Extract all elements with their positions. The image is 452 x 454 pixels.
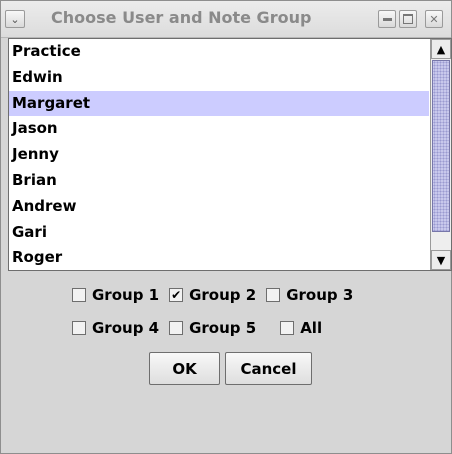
checkbox-label: All	[300, 319, 323, 337]
maximize-icon[interactable]	[399, 10, 417, 28]
scroll-up-arrow-icon[interactable]: ▲	[431, 39, 451, 59]
list-item[interactable]: Andrew	[9, 194, 429, 220]
checkbox-label: Group 1	[92, 286, 160, 304]
list-item[interactable]: Gari	[9, 220, 429, 246]
group-row-1: Group 1 ✔ Group 2 Group 3	[72, 284, 363, 306]
checkbox-box[interactable]	[72, 321, 86, 335]
checkbox-box[interactable]	[266, 288, 281, 302]
checkbox-box[interactable]	[72, 288, 86, 302]
all-checkbox[interactable]: All	[280, 319, 322, 337]
group-2-checkbox[interactable]: ✔ Group 2	[169, 286, 256, 304]
list-item-selected[interactable]: Margaret	[9, 90, 429, 117]
checkbox-box[interactable]	[280, 321, 295, 335]
checkbox-label: Group 5	[189, 319, 257, 337]
group-4-checkbox[interactable]: Group 4	[72, 319, 159, 337]
list-item[interactable]: Roger	[9, 245, 429, 271]
checkbox-box[interactable]	[169, 321, 184, 335]
dialog-window: ⌄ Choose User and Note Group ✕ Practice …	[0, 0, 452, 454]
group-row-2: Group 4 Group 5 All	[72, 317, 332, 339]
checkbox-label: Group 3	[286, 286, 354, 304]
ok-button[interactable]: OK	[149, 352, 220, 385]
group-5-checkbox[interactable]: Group 5	[169, 319, 256, 337]
window-title: Choose User and Note Group	[51, 8, 312, 27]
user-list[interactable]: Practice Edwin Margaret Jason Jenny Bria…	[8, 38, 452, 271]
close-icon[interactable]: ✕	[425, 10, 443, 28]
user-list-items: Practice Edwin Margaret Jason Jenny Bria…	[9, 39, 429, 271]
scroll-thumb[interactable]	[432, 60, 450, 232]
checkbox-label: Group 2	[189, 286, 257, 304]
scroll-down-arrow-icon[interactable]: ▼	[431, 250, 451, 270]
checkbox-label: Group 4	[92, 319, 160, 337]
group-3-checkbox[interactable]: Group 3	[266, 286, 353, 304]
minimize-icon[interactable]	[378, 10, 396, 28]
list-item[interactable]: Practice	[9, 39, 429, 65]
checkmark-icon[interactable]: ✔	[169, 288, 184, 302]
list-item[interactable]: Edwin	[9, 65, 429, 91]
chevron-down-icon[interactable]: ⌄	[5, 10, 25, 28]
cancel-button[interactable]: Cancel	[225, 352, 312, 385]
list-item[interactable]: Jenny	[9, 142, 429, 168]
list-item[interactable]: Brian	[9, 168, 429, 194]
list-item[interactable]: Jason	[9, 116, 429, 142]
vertical-scrollbar[interactable]: ▲ ▼	[430, 39, 451, 270]
group-1-checkbox[interactable]: Group 1	[72, 286, 159, 304]
title-bar[interactable]: ⌄ Choose User and Note Group ✕	[1, 1, 451, 38]
